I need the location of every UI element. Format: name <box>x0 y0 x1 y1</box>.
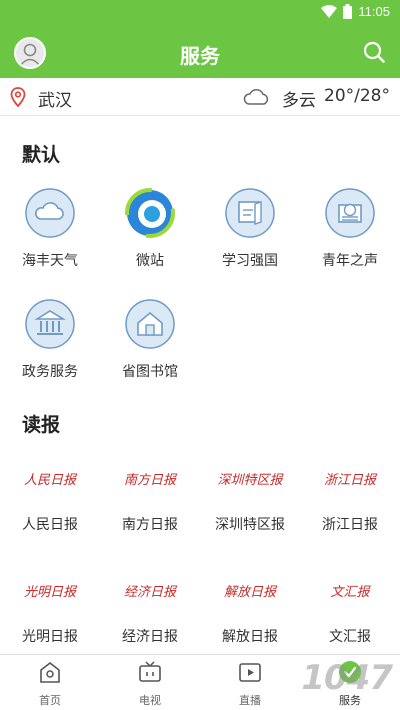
newspaper-logo: 深圳特区报 <box>217 473 283 488</box>
service-item-weather[interactable]: 海丰天气 <box>0 188 100 270</box>
newspaper-label: 光明日报 <box>22 629 78 645</box>
newspaper-item-jiefang[interactable]: 解放日报 解放日报 <box>200 582 300 646</box>
service-item-study[interactable]: 学习强国 <box>200 188 300 270</box>
library-icon <box>125 299 175 349</box>
city-name[interactable]: 武汉 <box>38 86 72 111</box>
location-pin-icon <box>10 87 26 107</box>
home-icon <box>40 661 60 683</box>
service-item-microsite[interactable]: 微站 <box>100 188 200 270</box>
service-label: 省图书馆 <box>122 364 178 380</box>
wifi-icon <box>321 5 338 18</box>
newspaper-logo: 南方日报 <box>123 473 176 488</box>
service-item-library[interactable]: 省图书馆 <box>100 299 200 381</box>
tv-icon <box>139 661 161 682</box>
weather-temperature: 20°/28° <box>324 86 390 106</box>
search-icon[interactable] <box>362 40 386 64</box>
weather-bar[interactable]: 武汉 多云 20°/28° <box>0 78 400 116</box>
service-label: 海丰天气 <box>22 253 78 269</box>
tab-tv[interactable]: 电视 <box>100 659 200 708</box>
newspaper-item-guangming[interactable]: 光明日报 光明日报 <box>0 582 100 646</box>
tab-label: 首页 <box>39 694 61 707</box>
newspaper-logo: 经济日报 <box>123 585 176 600</box>
cloud-icon <box>25 188 75 238</box>
newspaper-item-jingji[interactable]: 经济日报 经济日报 <box>100 582 200 646</box>
tab-home[interactable]: 首页 <box>0 659 100 708</box>
service-item-government[interactable]: 政务服务 <box>0 299 100 381</box>
tab-live[interactable]: 直播 <box>200 659 300 708</box>
newspaper-item-wenhui[interactable]: 文汇报 文汇报 <box>300 582 400 646</box>
tab-label: 电视 <box>139 694 161 707</box>
newspaper-label: 南方日报 <box>122 517 178 533</box>
newspaper-logo: 文汇报 <box>330 585 370 600</box>
cloud-weather-icon <box>243 89 269 105</box>
service-label: 青年之声 <box>322 253 378 269</box>
section-title-default: 默认 <box>22 144 61 166</box>
newspaper-label: 深圳特区报 <box>215 517 285 533</box>
watermark: 1047 <box>301 658 393 698</box>
newspaper-item-nanfang[interactable]: 南方日报 南方日报 <box>100 470 200 534</box>
government-icon <box>25 299 75 349</box>
microsite-icon <box>125 188 175 238</box>
app-bar: 服务 <box>0 26 400 78</box>
newspaper-logo: 解放日报 <box>223 585 276 600</box>
study-icon <box>225 188 275 238</box>
youth-voice-icon <box>325 188 375 238</box>
newspaper-logo: 光明日报 <box>23 585 76 600</box>
newspaper-item-shenzhen[interactable]: 深圳特区报 深圳特区报 <box>200 470 300 534</box>
page-title: 服务 <box>180 44 220 68</box>
tab-label: 直播 <box>239 694 261 707</box>
newspaper-logo: 人民日报 <box>23 473 76 488</box>
weather-condition: 多云 <box>282 91 316 111</box>
newspaper-label: 人民日报 <box>22 517 78 533</box>
newspaper-logo: 浙江日报 <box>323 473 376 488</box>
service-label: 学习强国 <box>222 253 278 269</box>
section-title-newspapers: 读报 <box>22 414 61 436</box>
newspaper-label: 经济日报 <box>122 629 178 645</box>
status-bar: 11:05 <box>0 0 400 26</box>
service-label: 微站 <box>136 253 164 269</box>
battery-icon <box>343 4 353 19</box>
newspaper-item-zhejiang[interactable]: 浙江日报 浙江日报 <box>300 470 400 534</box>
live-icon <box>239 663 261 682</box>
service-item-youth-voice[interactable]: 青年之声 <box>300 188 400 270</box>
newspaper-label: 解放日报 <box>222 629 278 645</box>
service-label: 政务服务 <box>22 364 78 380</box>
newspaper-label: 文汇报 <box>329 629 371 645</box>
status-time: 11:05 <box>358 4 390 19</box>
newspaper-item-renmin[interactable]: 人民日报 人民日报 <box>0 470 100 534</box>
newspaper-label: 浙江日报 <box>322 517 378 533</box>
